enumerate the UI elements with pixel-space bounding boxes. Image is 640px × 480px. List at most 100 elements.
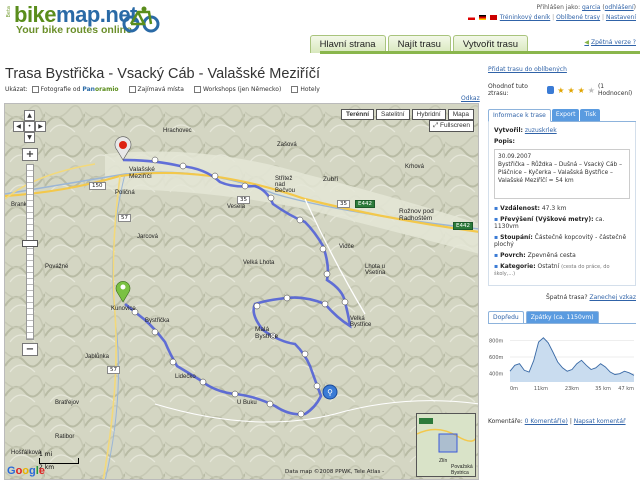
place-label: Valašské Meziříčí bbox=[129, 166, 155, 180]
star-icon[interactable]: ★ bbox=[567, 86, 574, 95]
zoom-in-icon[interactable]: + bbox=[22, 148, 38, 161]
created-by-label: Vytvořil: bbox=[494, 127, 523, 134]
link-button[interactable]: Odkaz bbox=[461, 95, 480, 102]
user-name-link[interactable]: garcia bbox=[582, 4, 600, 11]
profile-x-label: 11km bbox=[534, 386, 548, 392]
comments-row: Komentáře: 0 Komentář(e) | Napsat koment… bbox=[488, 418, 626, 425]
rating-count: (1 Hodnocení) bbox=[597, 83, 633, 97]
fullscreen-button[interactable]: ⤢ Fullscreen bbox=[429, 120, 474, 132]
poi-checkbox[interactable] bbox=[128, 86, 136, 93]
tab-profile-forward[interactable]: Dopředu bbox=[488, 311, 524, 323]
place-label: Hošťálková bbox=[11, 450, 42, 456]
info-body: Vytvořil: zuzuskrlek Popis: 30.09.2007 B… bbox=[488, 122, 636, 286]
star-icon[interactable]: ★ bbox=[578, 86, 585, 95]
bike-icon bbox=[122, 6, 160, 33]
place-label: Veselá bbox=[227, 204, 246, 210]
flag-icon[interactable] bbox=[489, 15, 497, 20]
place-label: Bystřička bbox=[145, 318, 170, 324]
map-type-hybrid[interactable]: Hybridní bbox=[411, 109, 446, 120]
place-label: Krhová bbox=[405, 164, 425, 170]
show-label: Ukázat: bbox=[5, 86, 28, 93]
profile-x-label: 23km bbox=[565, 386, 579, 392]
finish-marker[interactable]: ⚲ bbox=[322, 384, 338, 400]
tagline: Your bike routes online bbox=[16, 24, 132, 36]
star-icon[interactable]: ★ bbox=[588, 86, 595, 95]
logout-link[interactable]: odhlášení bbox=[605, 4, 634, 11]
map-copyright: Data map ©2008 PPWK, Tele Atlas - bbox=[285, 469, 385, 475]
place-label: Bratřejov bbox=[55, 400, 80, 406]
hotels-checkbox[interactable] bbox=[291, 86, 299, 93]
add-to-favorites-link[interactable]: Přidat trasu do oblíbených bbox=[488, 66, 636, 73]
rating-minus-icon[interactable] bbox=[547, 86, 555, 94]
map-type-map[interactable]: Mapa bbox=[447, 109, 474, 120]
training-diary-link[interactable]: Tréninkový deník bbox=[500, 14, 550, 21]
place-label: Zašová bbox=[277, 142, 297, 148]
tab-export[interactable]: Export bbox=[551, 109, 580, 121]
author-link[interactable]: zuzuskrlek bbox=[525, 127, 557, 134]
old-version-label: Zpětná verze ? bbox=[591, 39, 636, 46]
place-label: Rožnov pod Radhoštěm bbox=[399, 208, 434, 222]
distance-value: 47.3 km bbox=[541, 205, 567, 212]
place-label: Lidečko bbox=[175, 374, 196, 380]
map-type-satellite[interactable]: Satelitní bbox=[376, 109, 410, 120]
photos-checkbox[interactable] bbox=[31, 86, 39, 93]
info-tabs: Informace k trase Export Tisk bbox=[488, 109, 636, 122]
climb-label: Stoupání: bbox=[500, 234, 533, 241]
nav-underline bbox=[320, 51, 640, 54]
pan-down-icon[interactable]: ▼ bbox=[24, 132, 35, 143]
tab-route-info[interactable]: Informace k trase bbox=[488, 109, 551, 122]
map-filters: Ukázat: Fotografie od Panoramio Zajímavá… bbox=[5, 86, 326, 93]
flag-icon[interactable] bbox=[478, 15, 486, 20]
road-number: 57 bbox=[107, 366, 120, 374]
logo-beta: Beta bbox=[6, 6, 12, 18]
pan-left-icon[interactable]: ◀ bbox=[13, 121, 24, 132]
zoom-track[interactable] bbox=[26, 164, 34, 340]
write-comment-link[interactable]: Napsat komentář bbox=[574, 418, 626, 425]
old-version-link[interactable]: ◀ Zpětná verze ? bbox=[584, 39, 636, 46]
workshops-label: Workshops (jen Německo) bbox=[202, 86, 282, 93]
elevation-profile[interactable]: 800m 600m 400m 0m 11km 23km 35 km 47 km bbox=[488, 326, 636, 394]
category-value: Ostatní bbox=[537, 263, 560, 270]
place-label: Zubří bbox=[323, 176, 339, 183]
terrain-layer: ⚲ bbox=[5, 104, 478, 479]
flag-icon[interactable] bbox=[468, 15, 476, 20]
pan-right-icon[interactable]: ▶ bbox=[35, 121, 46, 132]
place-label: Zlín bbox=[439, 458, 448, 464]
surface-value: Zpevněná cesta bbox=[527, 252, 576, 259]
workshops-checkbox[interactable] bbox=[193, 86, 201, 93]
settings-link[interactable]: Nastavení bbox=[606, 14, 636, 21]
user-box: Přihlášen jako: garcia (odhlášení) Tréni… bbox=[467, 3, 636, 23]
comments-label: Komentáře: bbox=[488, 418, 523, 425]
pan-up-icon[interactable]: ▲ bbox=[24, 110, 35, 121]
place-label: Hrachovec bbox=[163, 128, 192, 134]
tab-profile-back[interactable]: Zpátky (ca. 1150vm) bbox=[525, 311, 599, 323]
place-label: Lhota u Vsetína bbox=[365, 264, 386, 276]
overview-map[interactable]: Zlín Považská Bystrica bbox=[416, 413, 476, 477]
tab-print[interactable]: Tisk bbox=[580, 109, 601, 121]
road-number: E442 bbox=[355, 200, 375, 208]
profile-line bbox=[509, 337, 635, 376]
comments-count-link[interactable]: 0 Komentář(e) bbox=[525, 418, 568, 425]
favorite-routes-link[interactable]: Oblíbené trasy bbox=[556, 14, 600, 21]
profile-area bbox=[510, 337, 634, 382]
place-label: Jarcová bbox=[137, 234, 159, 240]
photos-label: Fotografie od bbox=[40, 86, 81, 93]
map-type-terrain[interactable]: Terénní bbox=[341, 109, 375, 120]
zoom-out-icon[interactable]: − bbox=[22, 343, 38, 356]
report-link[interactable]: Zanechej vzkaz bbox=[589, 294, 636, 301]
category-label: Kategorie: bbox=[500, 263, 536, 270]
place-label: Střítež nad Bečvou bbox=[275, 176, 296, 194]
fullscreen-label: Fullscreen bbox=[440, 122, 470, 129]
profile-x-label: 0m bbox=[510, 386, 518, 392]
pan-center-icon[interactable]: • bbox=[24, 121, 35, 132]
place-label: Ratibor bbox=[55, 434, 75, 440]
place-label: Poličná bbox=[115, 190, 135, 196]
elevation-label: Převýšení (Výškové metry): bbox=[500, 216, 594, 223]
route-map[interactable]: ⚲ Valašské Meziříčí Poličná Zubří Zašová… bbox=[4, 103, 479, 480]
star-icon[interactable]: ★ bbox=[557, 86, 564, 95]
road-number: 35 bbox=[237, 196, 250, 204]
zoom-thumb[interactable] bbox=[22, 240, 38, 247]
route-info-panel: Přidat trasu do oblíbených Ohodnoť tuto … bbox=[488, 66, 636, 425]
hotels-label: Hotely bbox=[300, 86, 320, 93]
logo[interactable]: Beta bikemap.net Your bike routes online bbox=[4, 2, 164, 38]
